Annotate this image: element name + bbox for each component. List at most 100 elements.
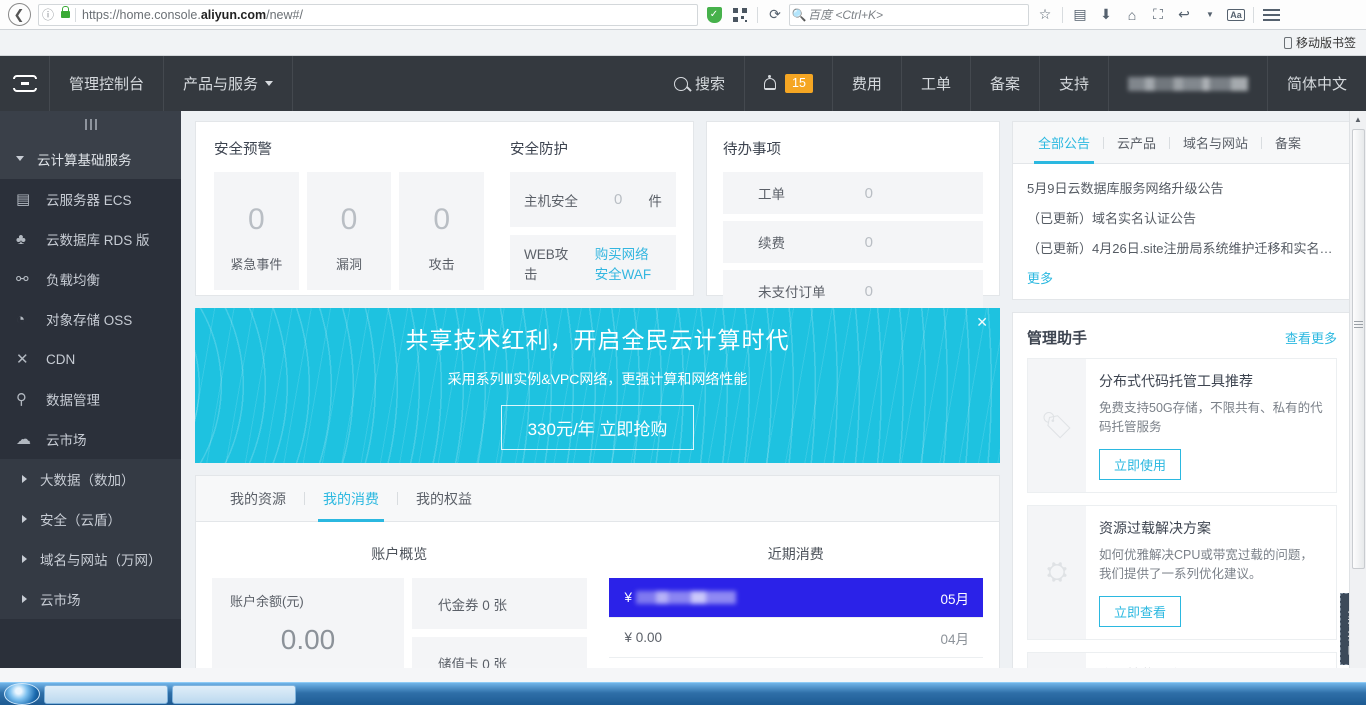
promo-banner[interactable]: 共享技术红利，开启全民云计算时代 采用系列Ⅲ实例&VPC网络，更强计算和网络性能…	[195, 308, 1000, 463]
banner-cta-button[interactable]: 330元/年 立即抢购	[501, 405, 695, 450]
back-button[interactable]: ❮	[4, 3, 34, 27]
sidebar-item-oss[interactable]: ◔ 对象存储 OSS	[0, 299, 181, 339]
qrcode-icon[interactable]	[728, 3, 752, 27]
undo-icon[interactable]: ↩	[1172, 3, 1196, 27]
sidebar-group-domains[interactable]: 域名与网站（万网）	[0, 539, 181, 579]
assistant-item-resource-overload[interactable]: ⛭ 资源过载解决方案 如何优雅解决CPU或带宽过载的问题，我们提供了一系列优化建…	[1027, 505, 1337, 640]
recent-spending-title: 近期消费	[609, 544, 984, 564]
header-search[interactable]: 搜索	[655, 56, 745, 111]
security-alert-title: 安全预警	[214, 138, 484, 159]
user-account[interactable]	[1109, 56, 1268, 111]
ntab-cloud-products[interactable]: 云产品	[1104, 122, 1169, 164]
assistant-item-button[interactable]: 立即查看	[1099, 596, 1181, 627]
assistant-item-button[interactable]: 立即使用	[1099, 449, 1181, 480]
balance-label: 账户余额(元)	[230, 591, 304, 610]
sidebar-group-security[interactable]: 安全（云盾）	[0, 499, 181, 539]
products-menu[interactable]: 产品与服务	[164, 56, 293, 111]
assistant-more-link[interactable]: 查看更多	[1285, 328, 1337, 347]
page-scrollbar[interactable]: ▲	[1349, 111, 1366, 689]
scroll-up-icon[interactable]: ▲	[1350, 111, 1366, 128]
sidebar-item-label: 负载均衡	[46, 269, 100, 289]
crop-icon[interactable]: ⛶	[1146, 3, 1170, 27]
host-security-row[interactable]: 主机安全 0 件	[510, 172, 676, 227]
menu-icon[interactable]	[1259, 3, 1283, 27]
todo-row-unpaid[interactable]: 未支付订单 0	[723, 270, 983, 312]
console-header: 管理控制台 产品与服务 搜索 15 费用 工单 备案 支持	[0, 56, 1366, 111]
sidebar-item-marketplace[interactable]: ☁ 云市场	[0, 419, 181, 459]
sidebar-item-slb[interactable]: ⚯ 负载均衡	[0, 259, 181, 299]
shield-icon[interactable]: ✓	[702, 3, 726, 27]
announcement-item[interactable]: 5月9日云数据库服务网络升级公告	[1027, 178, 1337, 197]
ntab-icp[interactable]: 备案	[1262, 122, 1314, 164]
header-item-support[interactable]: 支持	[1040, 56, 1109, 111]
sidebar-group-cloud-basics[interactable]: 云计算基础服务	[0, 138, 181, 179]
header-item-icp[interactable]: 备案	[971, 56, 1040, 111]
sidebar-group-label: 域名与网站（万网）	[40, 549, 162, 569]
bookmark-mobile[interactable]: 移动版书签	[1284, 34, 1356, 51]
header-item-ticket[interactable]: 工单	[902, 56, 971, 111]
host-security-unit: 件	[648, 190, 662, 210]
ntab-domains[interactable]: 域名与网站	[1170, 122, 1261, 164]
reload-icon[interactable]: ⟳	[763, 3, 787, 27]
spending-row-apr[interactable]: ¥ 0.00 04月	[609, 618, 984, 658]
language-selector[interactable]: 简体中文	[1268, 56, 1366, 111]
home-icon[interactable]: ⌂	[1120, 3, 1144, 27]
announcement-item[interactable]: （已更新）4月26日.site注册局系统维护迁移和实名…	[1027, 238, 1337, 257]
sidebar-group-bigdata[interactable]: 大数据（数加）	[0, 459, 181, 499]
tile-value: 0	[248, 203, 265, 237]
sidebar-item-ecs[interactable]: ▤ 云服务器 ECS	[0, 179, 181, 219]
star-icon[interactable]: ☆	[1033, 3, 1057, 27]
buy-waf-link[interactable]: 购买网络安全WAF	[595, 243, 662, 283]
voucher-coupon[interactable]: 代金券 0 张	[412, 578, 587, 629]
security-tile-vulnerability[interactable]: 0 漏洞	[307, 172, 392, 290]
console-title-label: 管理控制台	[69, 73, 144, 94]
start-button[interactable]	[4, 683, 40, 705]
sidebar-item-label: 云服务器 ECS	[46, 189, 132, 209]
chevron-down-icon[interactable]: ▼	[1198, 3, 1222, 27]
security-tile-attack[interactable]: 0 攻击	[399, 172, 484, 290]
sidebar-group-market[interactable]: 云市场	[0, 579, 181, 619]
assistant-item-title: 分布式代码托管工具推荐	[1099, 371, 1323, 391]
todo-row-renew[interactable]: 续费 0	[723, 221, 983, 263]
phone-icon	[1284, 37, 1292, 49]
taskbar-item[interactable]	[44, 685, 168, 704]
text-size-icon[interactable]: Aa	[1224, 3, 1248, 27]
assistant-card: 管理助手 查看更多 🏷 分布式代码托管工具推荐 免费支持50G存储，不限共有、私…	[1012, 312, 1352, 689]
console-title[interactable]: 管理控制台	[50, 56, 164, 111]
header-item-label: 备案	[990, 73, 1020, 94]
close-icon[interactable]: ✕	[976, 315, 988, 329]
tab-my-benefits[interactable]: 我的权益	[398, 476, 490, 522]
todo-card: 待办事项 工单 0 续费 0 未支付订单	[706, 121, 1000, 296]
ntab-label: 全部公告	[1038, 133, 1090, 152]
todo-row-ticket[interactable]: 工单 0	[723, 172, 983, 214]
sidebar-collapse-handle[interactable]	[0, 111, 181, 138]
sidebar-item-cdn[interactable]: ✕ CDN	[0, 339, 181, 379]
info-icon[interactable]: ⓘ	[39, 6, 57, 23]
host-security-label: 主机安全	[524, 190, 614, 210]
tab-my-resources[interactable]: 我的资源	[212, 476, 304, 522]
user-name-blurred	[1128, 77, 1248, 91]
announcement-more-link[interactable]: 更多	[1027, 268, 1337, 287]
security-tile-emergency[interactable]: 0 紧急事件	[214, 172, 299, 290]
taskbar-item[interactable]	[172, 685, 296, 704]
scrollbar-thumb[interactable]	[1352, 129, 1365, 569]
download-icon[interactable]: ⬇	[1094, 3, 1118, 27]
address-bar[interactable]: ⓘ https://home.console.aliyun.com/new#/	[38, 4, 698, 26]
spending-row-may[interactable]: ¥ 05月	[609, 578, 984, 618]
url-domain: aliyun.com	[201, 8, 266, 22]
tab-my-spending[interactable]: 我的消费	[305, 476, 397, 522]
aliyun-logo[interactable]	[0, 56, 50, 111]
notifications[interactable]: 15	[745, 56, 833, 111]
assistant-item-code-hosting[interactable]: 🏷 分布式代码托管工具推荐 免费支持50G存储，不限共有、私有的代码托管服务 立…	[1027, 358, 1337, 493]
sidebar-item-label: CDN	[46, 352, 75, 367]
header-item-fee[interactable]: 费用	[833, 56, 902, 111]
search-input[interactable]: 🔍 百度 <Ctrl+K>	[789, 4, 1029, 26]
ntab-all[interactable]: 全部公告	[1025, 122, 1103, 164]
network-icon: ⛭	[1028, 506, 1086, 639]
web-attack-row[interactable]: WEB攻击 购买网络安全WAF	[510, 235, 676, 290]
announcement-item[interactable]: （已更新）域名实名认证公告	[1027, 208, 1337, 227]
sidebar-item-rds[interactable]: ♣ 云数据库 RDS 版	[0, 219, 181, 259]
sidebar-item-data-management[interactable]: ⚲ 数据管理	[0, 379, 181, 419]
toolbar-right-icons: ☆ ▤ ⬇ ⌂ ⛶ ↩ ▼ Aa	[1033, 3, 1285, 27]
clipboard-icon[interactable]: ▤	[1068, 3, 1092, 27]
